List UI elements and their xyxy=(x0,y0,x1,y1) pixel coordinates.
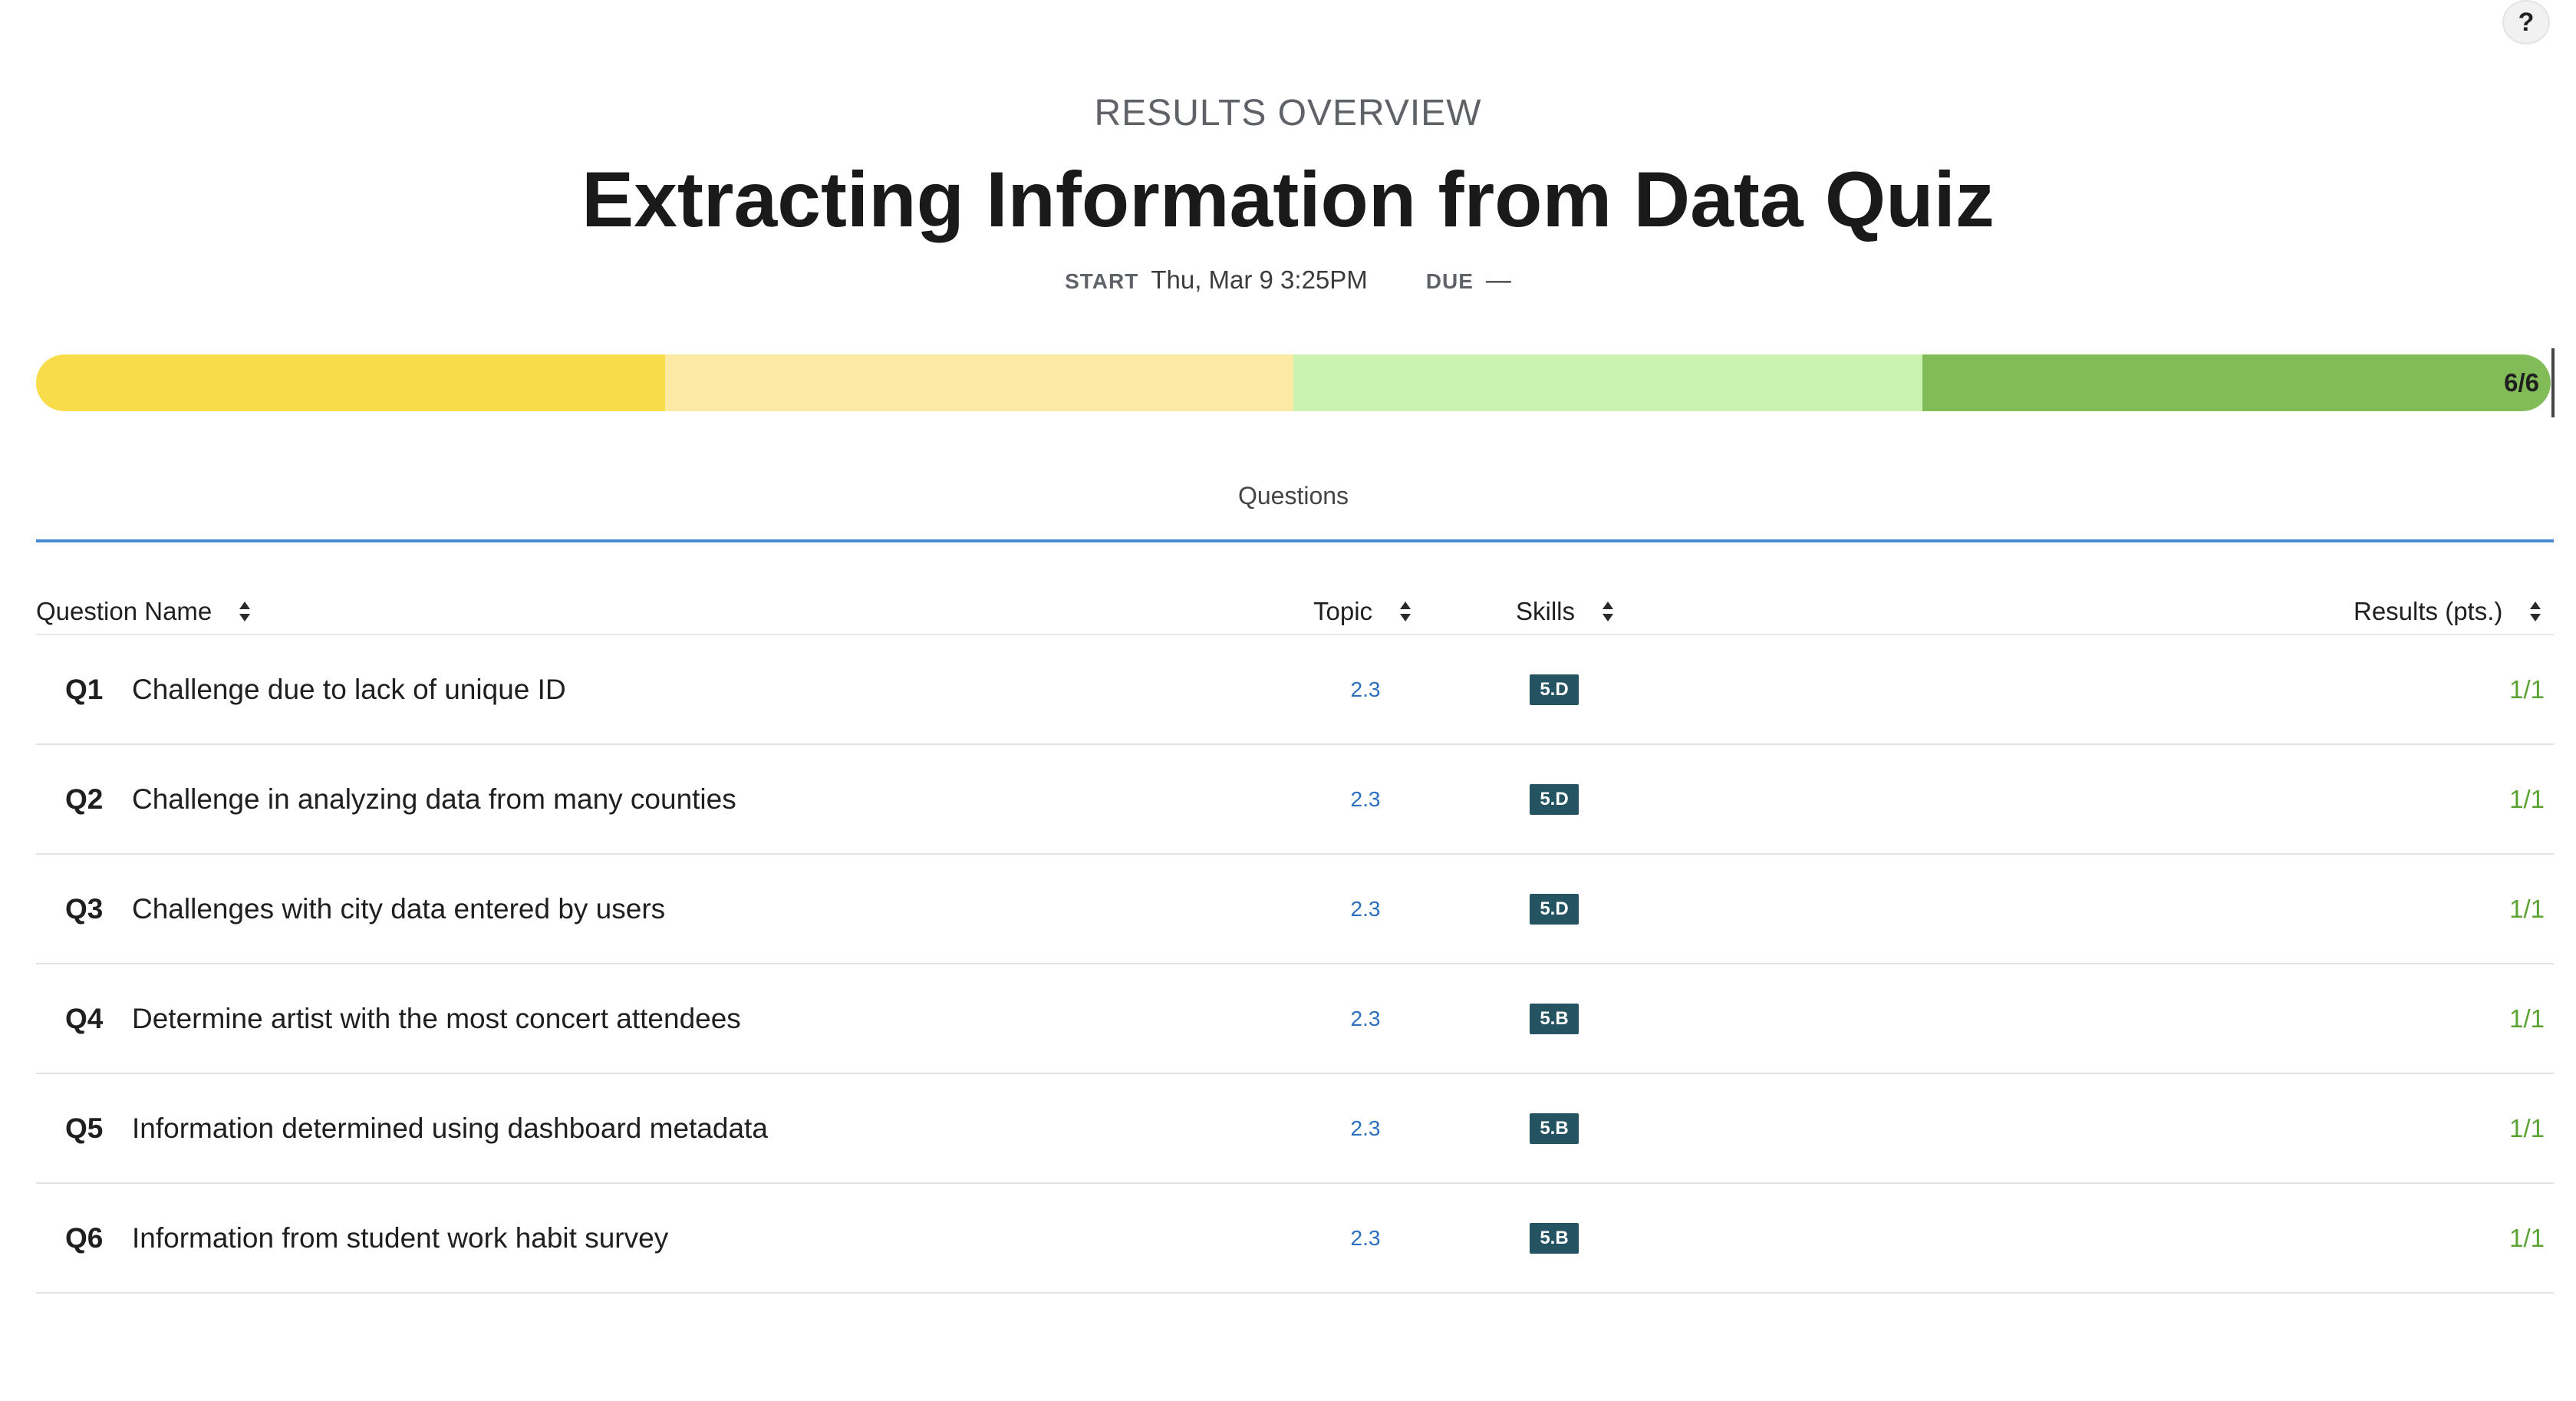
topic-link[interactable]: 2.3 xyxy=(1331,745,1400,853)
question-number: Q4 xyxy=(65,1003,104,1034)
table-row[interactable]: Q6 Information from student work habit s… xyxy=(36,1184,2554,1294)
tab-active-underline xyxy=(36,539,2554,542)
progress-marker xyxy=(2551,348,2555,417)
header-topic[interactable]: Topic xyxy=(1313,597,1412,626)
page-overline: RESULTS OVERVIEW xyxy=(1094,93,1482,134)
header-results-label: Results (pts.) xyxy=(2354,597,2503,625)
question-name[interactable]: Challenge in analyzing data from many co… xyxy=(132,745,736,853)
question-number: Q5 xyxy=(65,1113,104,1144)
question-number: Q3 xyxy=(65,893,104,925)
sort-icon[interactable] xyxy=(1398,600,1412,623)
question-name[interactable]: Challenges with city data entered by use… xyxy=(132,855,665,963)
skill-badge: 5.B xyxy=(1530,1223,1579,1254)
due-value: — xyxy=(1485,265,1511,294)
start-value: Thu, Mar 9 3:25PM xyxy=(1151,265,1368,294)
skill-badge: 5.B xyxy=(1530,1113,1579,1144)
result-score: 1/1 xyxy=(2509,1004,2545,1033)
topic-link[interactable]: 2.3 xyxy=(1331,855,1400,963)
skill-badge: 5.B xyxy=(1530,1004,1579,1034)
skill-badge: 5.D xyxy=(1530,674,1579,705)
topic-link[interactable]: 2.3 xyxy=(1331,1074,1400,1182)
sort-icon[interactable] xyxy=(1601,600,1615,623)
result-score: 1/1 xyxy=(2509,895,2545,923)
progress-score-label: 6/6 xyxy=(2504,368,2539,397)
header-skills-label: Skills xyxy=(1516,597,1576,625)
progress-segment-1 xyxy=(36,354,665,411)
progress-segment-3 xyxy=(1293,354,1922,411)
progress-segment-2 xyxy=(664,354,1293,411)
score-progress-bar xyxy=(36,354,2551,411)
date-info: START Thu, Mar 9 3:25PM DUE — xyxy=(0,265,2576,295)
table-row[interactable]: Q5 Information determined using dashboar… xyxy=(36,1074,2554,1184)
skill-badge: 5.D xyxy=(1530,894,1579,925)
topic-link[interactable]: 2.3 xyxy=(1331,964,1400,1073)
sort-icon[interactable] xyxy=(238,600,252,623)
table-row[interactable]: Q1 Challenge due to lack of unique ID 2.… xyxy=(36,635,2554,745)
result-score: 1/1 xyxy=(2509,785,2545,813)
header-question-name-label: Question Name xyxy=(36,597,212,625)
due-label: DUE xyxy=(1425,269,1474,293)
question-name[interactable]: Challenge due to lack of unique ID xyxy=(132,635,566,743)
header-topic-label: Topic xyxy=(1313,597,1373,625)
question-number: Q6 xyxy=(65,1222,104,1254)
topic-link[interactable]: 2.3 xyxy=(1331,635,1400,743)
question-number: Q2 xyxy=(65,783,104,815)
help-icon: ? xyxy=(2518,7,2535,37)
question-name[interactable]: Information determined using dashboard m… xyxy=(132,1074,768,1182)
start-label: START xyxy=(1065,269,1139,293)
progress-segment-4 xyxy=(1922,354,2551,411)
topic-link[interactable]: 2.3 xyxy=(1331,1184,1400,1292)
header-results[interactable]: Results (pts.) xyxy=(2354,597,2542,626)
table-row[interactable]: Q2 Challenge in analyzing data from many… xyxy=(36,745,2554,855)
tab-questions[interactable]: Questions xyxy=(1217,482,1370,510)
header-question-name[interactable]: Question Name xyxy=(36,597,252,626)
skill-badge: 5.D xyxy=(1530,784,1579,815)
page-title: Extracting Information from Data Quiz xyxy=(581,156,1995,243)
question-name[interactable]: Determine artist with the most concert a… xyxy=(132,964,741,1073)
table-row[interactable]: Q4 Determine artist with the most concer… xyxy=(36,964,2554,1074)
question-number: Q1 xyxy=(65,674,104,705)
table-row[interactable]: Q3 Challenges with city data entered by … xyxy=(36,855,2554,964)
questions-table: Q1 Challenge due to lack of unique ID 2.… xyxy=(36,635,2554,1294)
help-button[interactable]: ? xyxy=(2502,0,2550,45)
question-name[interactable]: Information from student work habit surv… xyxy=(132,1184,668,1292)
result-score: 1/1 xyxy=(2509,1224,2545,1252)
result-score: 1/1 xyxy=(2509,1114,2545,1142)
result-score: 1/1 xyxy=(2509,675,2545,704)
header-skills[interactable]: Skills xyxy=(1516,597,1615,626)
sort-icon[interactable] xyxy=(2528,600,2542,623)
